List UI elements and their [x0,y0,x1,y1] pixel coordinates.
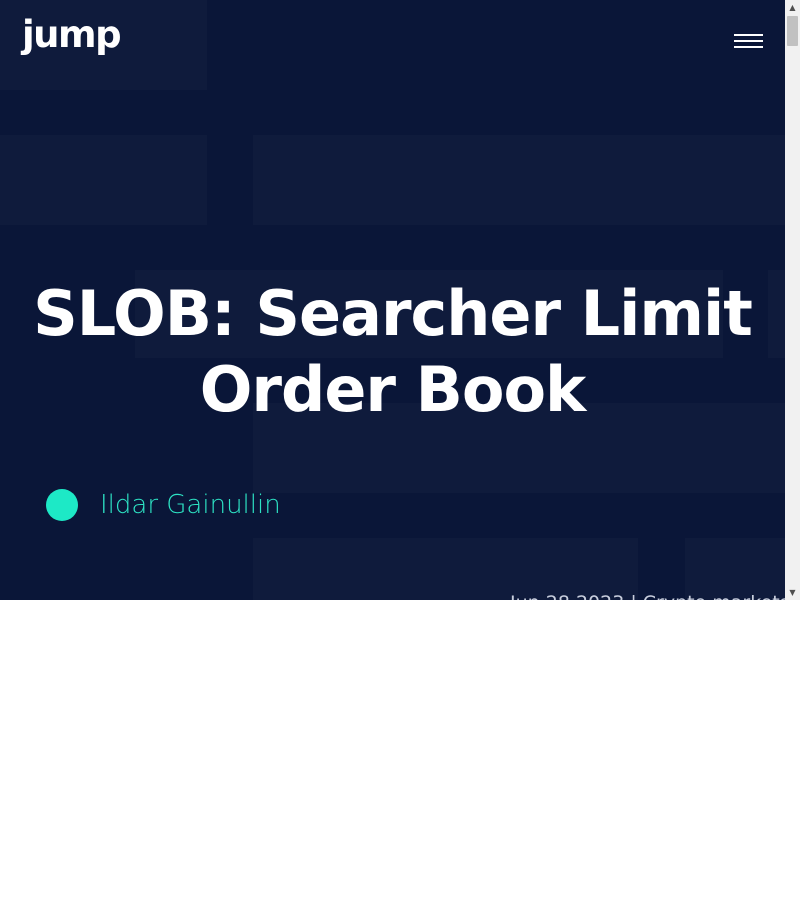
hamburger-menu-button[interactable] [730,30,768,54]
scroll-down-arrow-icon[interactable]: ▼ [785,585,800,600]
hero-section: jump SLOB: Searcher Limit Order Book Ild… [0,0,785,600]
vertical-scrollbar[interactable]: ▲ ▼ [785,0,800,600]
hamburger-menu-icon [734,34,763,36]
hamburger-menu-icon [734,46,763,48]
article-title: SLOB: Searcher Limit Order Book [33,277,753,426]
author-link[interactable]: Ildar Gainullin [46,488,281,522]
scrollbar-thumb[interactable] [787,16,798,46]
background-tile [0,135,207,225]
background-tile [685,538,785,600]
background-tile [253,135,785,225]
hamburger-menu-icon [734,40,763,42]
scroll-up-arrow-icon[interactable]: ▲ [785,0,800,15]
jump-logo[interactable]: jump [22,16,122,53]
author-name[interactable]: Ildar Gainullin [100,490,281,520]
background-tile [253,538,638,600]
author-avatar [46,489,78,521]
browser-viewport: jump SLOB: Searcher Limit Order Book Ild… [0,0,800,600]
article-date-category: Jun 28 2023 | Crypto markets [510,592,785,600]
